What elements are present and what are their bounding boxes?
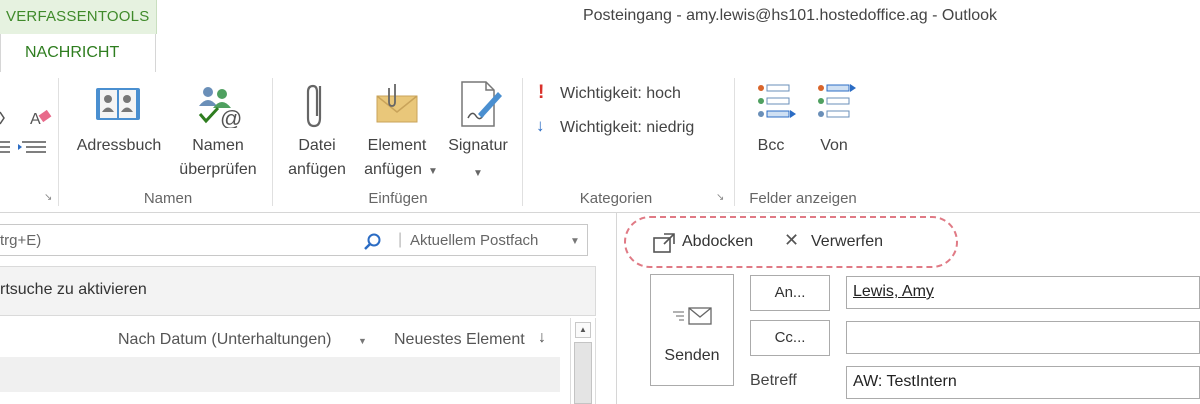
- tab-message-label: NACHRICHT: [25, 44, 120, 61]
- group-separator: [272, 78, 273, 206]
- svg-text:A: A: [30, 111, 41, 128]
- scrollbar-thumb[interactable]: [574, 342, 592, 404]
- check-names-label-2: überprüfen: [179, 161, 257, 178]
- search-scope-dropdown[interactable]: Aktuellem Postfach: [410, 232, 538, 249]
- check-names-button[interactable]: @ Namen überprüfen: [172, 78, 264, 188]
- basic-text-partial-icons[interactable]: A: [0, 90, 60, 160]
- signature-button[interactable]: Signatur ▼: [440, 78, 516, 188]
- to-button[interactable]: An...: [750, 275, 830, 311]
- importance-high-button[interactable]: ! Wichtigkeit: hoch: [534, 82, 724, 106]
- subject-label: Betreff: [750, 372, 797, 389]
- envelope-paperclip-icon: [376, 84, 418, 123]
- bcc-label: Bcc: [757, 137, 785, 154]
- from-icon: [818, 84, 856, 118]
- group-separator: [734, 78, 735, 206]
- to-field[interactable]: Lewis, Amy: [846, 276, 1200, 309]
- window-title: Posteingang - amy.lewis@hs101.hostedoffi…: [582, 7, 998, 24]
- sort-direction-arrow-icon[interactable]: ↓: [538, 329, 546, 347]
- title-bar: VERFASSENTOOLS Posteingang - amy.lewis@h…: [0, 0, 1200, 34]
- close-icon: ✕: [784, 230, 800, 250]
- to-recipient[interactable]: Lewis, Amy: [853, 283, 934, 301]
- search-notice-text: rtsuche zu aktivieren: [0, 281, 147, 298]
- pane-divider: [616, 212, 617, 404]
- send-label: Senden: [664, 347, 720, 364]
- search-scope-divider: |: [398, 231, 403, 248]
- down-arrow-icon: ↓: [536, 116, 545, 135]
- search-icon[interactable]: [362, 232, 382, 252]
- address-book-icon: [96, 88, 140, 120]
- group-label-names: Namen: [143, 190, 193, 207]
- list-sort-row: Nach Datum (Unterhaltungen) ▼ Neuestes E…: [0, 326, 566, 354]
- subject-field[interactable]: AW: TestIntern: [846, 366, 1200, 399]
- importance-low-label: Wichtigkeit: niedrig: [560, 119, 695, 136]
- attach-file-label-2: anfügen: [288, 161, 346, 178]
- attach-item-dropdown-icon[interactable]: ▼: [428, 166, 438, 177]
- check-names-icon: @: [198, 87, 242, 128]
- popout-icon: [653, 233, 675, 253]
- chevron-down-icon[interactable]: ▼: [570, 236, 580, 247]
- cc-button[interactable]: Cc...: [750, 320, 830, 356]
- sort-order-toggle[interactable]: Neuestes Element: [394, 331, 525, 349]
- from-button[interactable]: Von: [804, 78, 864, 188]
- group-separator: [522, 78, 523, 206]
- subject-value[interactable]: AW: TestIntern: [853, 373, 957, 391]
- importance-high-label: Wichtigkeit: hoch: [560, 85, 681, 102]
- attach-file-label-1: Datei: [298, 137, 336, 154]
- basic-text-launcher-icon[interactable]: ↘: [44, 192, 52, 203]
- tab-message[interactable]: NACHRICHT: [0, 34, 156, 73]
- ribbon-tab-row: NACHRICHT: [0, 34, 1200, 73]
- group-label-tags: Kategorien: [579, 190, 653, 207]
- address-book-label: Adressbuch: [76, 137, 162, 154]
- signature-icon: [461, 81, 502, 127]
- search-box[interactable]: trg+E) | Aktuellem Postfach ▼: [0, 224, 588, 256]
- cc-field[interactable]: [846, 321, 1200, 354]
- from-label: Von: [820, 137, 848, 154]
- search-notice-bar[interactable]: rtsuche zu aktivieren: [0, 266, 596, 316]
- scroll-up-arrow-icon[interactable]: ▲: [575, 322, 591, 338]
- importance-low-button[interactable]: ↓ Wichtigkeit: niedrig: [534, 116, 724, 140]
- group-separator: [58, 78, 59, 206]
- group-label-show-fields: Felder anzeigen: [749, 190, 857, 207]
- exclamation-icon: !: [538, 82, 545, 103]
- send-button[interactable]: Senden: [650, 274, 734, 386]
- attach-item-label-2: anfügen: [364, 161, 422, 178]
- check-names-label-1: Namen: [192, 137, 244, 154]
- send-envelope-icon: [673, 307, 712, 325]
- attach-file-button[interactable]: Datei anfügen: [280, 78, 354, 188]
- chevron-down-icon[interactable]: ▼: [358, 336, 367, 346]
- svg-text:@: @: [220, 106, 242, 128]
- search-input[interactable]: trg+E): [0, 232, 41, 249]
- bcc-button[interactable]: Bcc: [742, 78, 800, 188]
- paperclip-icon: [306, 84, 322, 128]
- ribbon: A ↘ Adressbuch @ Namen überprüfen Namen: [0, 72, 1200, 213]
- signature-dropdown-icon[interactable]: ▼: [473, 168, 483, 179]
- signature-label: Signatur: [448, 137, 508, 154]
- attach-item-label-1: Element: [367, 137, 427, 154]
- address-book-button[interactable]: Adressbuch: [70, 78, 168, 188]
- attach-item-button[interactable]: Element anfügen ▼: [358, 78, 438, 188]
- bcc-icon: [758, 84, 796, 118]
- discard-label: Verwerfen: [811, 233, 884, 250]
- group-label-include: Einfügen: [368, 190, 428, 207]
- sort-by-dropdown[interactable]: Nach Datum (Unterhaltungen): [118, 331, 331, 349]
- popout-label: Abdocken: [682, 233, 754, 250]
- list-item[interactable]: [0, 357, 560, 392]
- tags-launcher-icon[interactable]: ↘: [716, 192, 724, 203]
